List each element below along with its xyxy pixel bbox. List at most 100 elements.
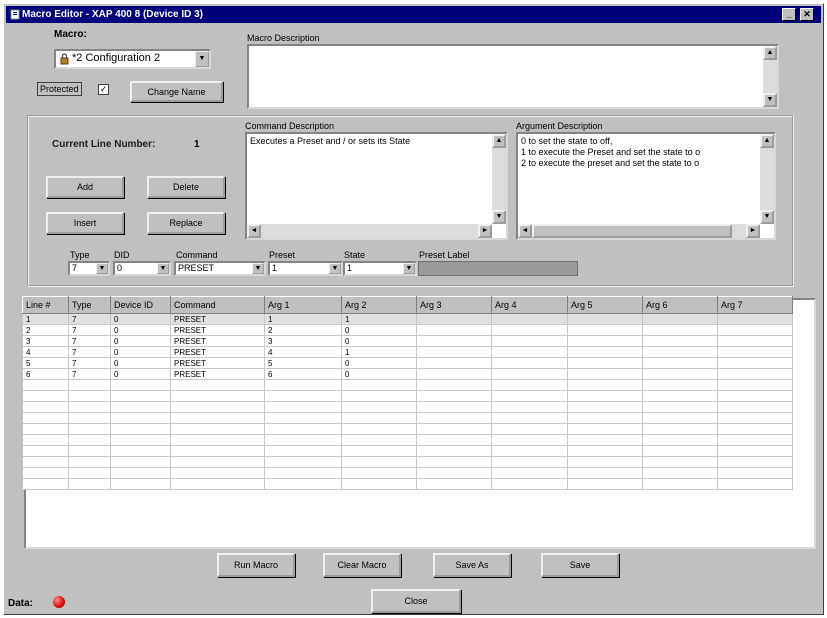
scroll-right-icon[interactable]: ►: [746, 224, 760, 238]
scroll-right-icon[interactable]: ►: [478, 224, 492, 238]
macro-description-scrollbar[interactable]: ▲ ▼: [763, 46, 777, 107]
type-select[interactable]: 7 ▼: [68, 261, 110, 276]
chevron-down-icon[interactable]: ▼: [157, 263, 169, 274]
table-row[interactable]: 3 7 0 PRESET 3 0: [22, 335, 793, 347]
table-cell: [341, 467, 417, 479]
table-cell: [567, 478, 643, 490]
table-row[interactable]: 2 7 0 PRESET 2 0: [22, 324, 793, 336]
did-label: DID: [114, 250, 130, 260]
table-cell: 2: [264, 324, 342, 336]
table-cell: [110, 423, 171, 435]
argument-description-vscroll[interactable]: ▲ ▼: [760, 134, 774, 224]
scroll-up-icon[interactable]: ▲: [492, 134, 506, 148]
chevron-down-icon[interactable]: ▼: [252, 263, 264, 274]
preset-select[interactable]: 1 ▼: [268, 261, 343, 276]
table-cell: 4: [22, 346, 69, 358]
type-select-value: 7: [72, 263, 78, 273]
scroll-up-icon[interactable]: ▲: [763, 46, 777, 60]
column-header[interactable]: Type: [68, 296, 111, 314]
minimize-button[interactable]: _: [782, 8, 796, 21]
command-select-value: PRESET: [178, 263, 215, 273]
table-row[interactable]: 5 7 0 PRESET 5 0: [22, 357, 793, 369]
table-cell: [642, 346, 718, 358]
column-header[interactable]: Arg 3: [416, 296, 492, 314]
table-cell: [68, 401, 111, 413]
scroll-left-icon[interactable]: ◄: [518, 224, 532, 238]
table-cell: [264, 434, 342, 446]
preset-select-value: 1: [272, 263, 278, 273]
table-cell: [68, 445, 111, 457]
column-header[interactable]: Arg 7: [717, 296, 793, 314]
table-cell: [491, 335, 568, 347]
close-window-button[interactable]: ✕: [800, 8, 814, 21]
table-cell: 0: [110, 313, 171, 325]
scroll-down-icon[interactable]: ▼: [760, 210, 774, 224]
did-select[interactable]: 0 ▼: [113, 261, 171, 276]
column-header[interactable]: Arg 5: [567, 296, 643, 314]
command-select[interactable]: PRESET ▼: [174, 261, 266, 276]
table-row[interactable]: 4 7 0 PRESET 4 1: [22, 346, 793, 358]
add-button[interactable]: Add: [46, 176, 124, 198]
scroll-down-icon[interactable]: ▼: [763, 93, 777, 107]
table-cell: [567, 390, 643, 402]
macro-select[interactable]: *2 Configuration 2 ▼: [54, 49, 211, 69]
argument-description-label: Argument Description: [516, 121, 603, 131]
column-header[interactable]: Command: [170, 296, 265, 314]
table-cell: [341, 401, 417, 413]
table-cell: PRESET: [170, 368, 265, 380]
table-cell: [110, 434, 171, 446]
table-row[interactable]: 6 7 0 PRESET 6 0: [22, 368, 793, 380]
column-header[interactable]: Line #: [22, 296, 69, 314]
chevron-down-icon[interactable]: ▼: [195, 51, 209, 67]
table-cell: [22, 423, 69, 435]
change-name-button[interactable]: Change Name: [130, 81, 223, 102]
table-cell: [22, 467, 69, 479]
table-cell: [717, 324, 793, 336]
table-cell: [264, 445, 342, 457]
scroll-thumb[interactable]: [532, 224, 732, 238]
table-row[interactable]: 1 7 0 PRESET 1 1: [22, 313, 793, 325]
table-cell: [642, 335, 718, 347]
table-cell: 1: [264, 313, 342, 325]
table-cell: [264, 379, 342, 391]
scroll-left-icon[interactable]: ◄: [247, 224, 261, 238]
command-description-hscroll[interactable]: ◄ ►: [247, 224, 492, 238]
table-cell: [717, 478, 793, 490]
delete-button[interactable]: Delete: [147, 176, 225, 198]
table-cell: [416, 357, 492, 369]
scroll-up-icon[interactable]: ▲: [760, 134, 774, 148]
close-button[interactable]: Close: [371, 589, 461, 613]
scroll-down-icon[interactable]: ▼: [492, 210, 506, 224]
column-header[interactable]: Arg 1: [264, 296, 342, 314]
column-header[interactable]: Arg 4: [491, 296, 568, 314]
table-cell: [717, 434, 793, 446]
table-cell: [642, 324, 718, 336]
insert-button[interactable]: Insert: [46, 212, 124, 234]
macro-description-field[interactable]: ▲ ▼: [247, 44, 779, 109]
table-cell: PRESET: [170, 313, 265, 325]
column-header[interactable]: Arg 2: [341, 296, 417, 314]
did-select-value: 0: [117, 263, 123, 273]
clear-macro-button[interactable]: Clear Macro: [323, 553, 401, 577]
table-cell: [567, 401, 643, 413]
chevron-down-icon[interactable]: ▼: [96, 263, 108, 274]
table-cell: [491, 412, 568, 424]
table-cell: [567, 379, 643, 391]
table-cell: [717, 423, 793, 435]
table-cell: [491, 379, 568, 391]
table-cell: [22, 478, 69, 490]
save-button[interactable]: Save: [541, 553, 619, 577]
command-description-vscroll[interactable]: ▲ ▼: [492, 134, 506, 224]
state-select[interactable]: 1 ▼: [343, 261, 417, 276]
table-cell: [491, 346, 568, 358]
protected-checkbox[interactable]: ✓: [98, 84, 109, 95]
chevron-down-icon[interactable]: ▼: [403, 263, 415, 274]
argument-description-hscroll[interactable]: ◄ ►: [518, 224, 760, 238]
chevron-down-icon[interactable]: ▼: [329, 263, 341, 274]
run-macro-button[interactable]: Run Macro: [217, 553, 295, 577]
table-cell: [491, 357, 568, 369]
column-header[interactable]: Arg 6: [642, 296, 718, 314]
replace-button[interactable]: Replace: [147, 212, 225, 234]
column-header[interactable]: Device ID: [110, 296, 171, 314]
save-as-button[interactable]: Save As: [433, 553, 511, 577]
